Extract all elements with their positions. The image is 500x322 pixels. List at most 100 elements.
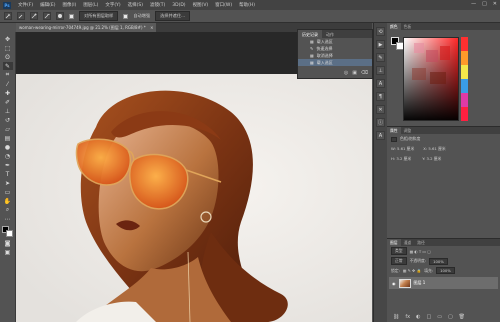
tab-channels[interactable]: 通道 <box>401 239 415 246</box>
snapshot-icon[interactable]: ◎ <box>344 70 348 76</box>
menu-file[interactable]: 文件(F) <box>18 2 33 8</box>
history-item-selected[interactable]: ▦ 载入选区 <box>298 59 372 66</box>
gradient-tool-icon[interactable]: ▤ <box>3 134 13 142</box>
quick-select-tool-preset[interactable] <box>4 12 12 20</box>
tools-dock-icon[interactable]: ✕ <box>376 105 385 114</box>
menu-edit[interactable]: 编辑(E) <box>40 2 55 8</box>
tab-color[interactable]: 颜色 <box>387 23 401 30</box>
tab-paths[interactable]: 路径 <box>414 239 428 246</box>
properties-x-value[interactable]: X: 5.61 厘米 <box>423 146 445 152</box>
fill-label: 填充: <box>424 267 434 273</box>
text-dock-icon[interactable]: A <box>376 131 385 140</box>
history-step-icon: ▦ <box>310 39 314 44</box>
brush-size-picker[interactable] <box>56 12 64 20</box>
brush-tool-icon[interactable]: ✐ <box>3 98 13 106</box>
shape-tool-icon[interactable]: ▭ <box>3 188 13 196</box>
new-layer-icon[interactable]: ▢ <box>448 314 453 320</box>
blur-tool-icon[interactable]: ● <box>3 143 13 151</box>
delete-layer-icon[interactable]: 🗑 <box>459 314 465 320</box>
select-and-mask-button[interactable]: 选择并遮住... <box>155 11 191 21</box>
move-tool-icon[interactable]: ✥ <box>3 35 13 43</box>
tab-layers[interactable]: 图层 <box>387 239 401 246</box>
properties-panel-tabs: 属性 调整 <box>387 127 500 134</box>
document-tab-close-icon[interactable]: × <box>150 25 153 30</box>
quick-mask-icon[interactable]: ◙ <box>3 239 13 247</box>
document-tab[interactable]: woman-wearing-mirror-704749.jpg @ 21.2% … <box>16 23 156 32</box>
properties-y-value[interactable]: Y: 3.2 厘米 <box>422 156 441 162</box>
healing-brush-tool-icon[interactable]: ✚ <box>3 89 13 97</box>
menu-3d[interactable]: 3D(D) <box>172 3 185 8</box>
menu-help[interactable]: 帮助(H) <box>239 2 255 8</box>
maximize-button[interactable]: □ <box>482 1 487 7</box>
sample-all-layers-checkbox[interactable] <box>69 13 74 19</box>
brush-new-icon <box>18 14 23 19</box>
trash-icon[interactable]: ⌫ <box>361 70 368 76</box>
fill-input[interactable]: 100% <box>436 267 455 274</box>
play-dock-icon[interactable]: ▶ <box>376 40 385 49</box>
background-color-swatch[interactable] <box>5 230 13 237</box>
layer-row[interactable]: ◉ 图层 1 <box>389 277 498 289</box>
eyedropper-tool-icon[interactable]: ⁄ <box>3 80 13 88</box>
group-icon[interactable]: ▭ <box>437 314 442 320</box>
filter-icons[interactable]: ▦ ◐ T ▭ ▢ <box>410 249 431 254</box>
history-item[interactable]: ▦ 载入选区 <box>298 38 372 45</box>
menu-filter[interactable]: 滤镜(T) <box>150 2 165 8</box>
fx-icon[interactable]: fx <box>405 314 410 320</box>
menu-view[interactable]: 视图(V) <box>193 2 209 8</box>
new-selection-button[interactable] <box>17 12 25 20</box>
color-swatches[interactable] <box>1 226 14 238</box>
layer-name[interactable]: 图层 1 <box>414 280 426 286</box>
adjustment-layer-icon[interactable]: □ <box>426 314 431 320</box>
info-dock-icon[interactable]: ⓘ <box>376 118 385 127</box>
color-picker-field[interactable] <box>403 37 459 121</box>
tab-adjustments[interactable]: 调整 <box>401 127 415 134</box>
hue-slider[interactable] <box>461 37 468 121</box>
properties-h-value[interactable]: H: 3.2 厘米 <box>391 156 411 162</box>
marquee-tool-icon[interactable]: ⬚ <box>3 44 13 52</box>
zoom-tool-icon[interactable]: ⌕ <box>3 206 13 214</box>
quick-select-tool-icon[interactable]: ✎ <box>2 62 13 70</box>
lasso-tool-icon[interactable]: ʘ <box>3 53 13 61</box>
auto-enhance-checkbox[interactable] <box>123 13 129 19</box>
tab-swatches[interactable]: 色板 <box>401 23 415 30</box>
dodge-tool-icon[interactable]: ◔ <box>3 152 13 160</box>
visibility-eye-icon[interactable]: ◉ <box>392 281 396 286</box>
close-window-button[interactable]: ✕ <box>493 1 497 7</box>
type-tool-icon[interactable]: T <box>3 170 13 178</box>
menu-image[interactable]: 图像(I) <box>62 2 76 8</box>
add-selection-button[interactable] <box>30 12 38 20</box>
layer-mask-icon[interactable]: ◐ <box>416 314 420 320</box>
clone-stamp-tool-icon[interactable]: ⊥ <box>3 107 13 115</box>
history-dock-icon[interactable]: ⟲ <box>376 27 385 36</box>
paragraph-dock-icon[interactable]: ¶ <box>376 92 385 101</box>
tab-actions[interactable]: 动作 <box>322 30 338 38</box>
menu-layer[interactable]: 图层(L) <box>83 2 98 8</box>
blend-mode-select[interactable]: 正常 <box>391 257 407 265</box>
lock-icons[interactable]: ▦ ✎ ✥ 🔒 <box>403 268 421 273</box>
minimize-button[interactable]: — <box>471 1 476 7</box>
subtract-selection-button[interactable] <box>43 12 51 20</box>
menu-type[interactable]: 文字(Y) <box>105 2 120 8</box>
layer-kind-filter[interactable]: 类型 <box>391 247 407 255</box>
more-tools-icon[interactable]: ⋯ <box>3 215 13 223</box>
history-item[interactable]: ▦ 取消选择 <box>298 52 372 59</box>
clone-source-dock-icon[interactable]: ⊥ <box>376 66 385 75</box>
path-select-tool-icon[interactable]: ➤ <box>3 179 13 187</box>
brush-dock-icon[interactable]: ✎ <box>376 53 385 62</box>
camera-icon[interactable]: ▣ <box>352 70 357 76</box>
tab-properties[interactable]: 属性 <box>387 127 401 134</box>
properties-w-value[interactable]: W: 5.61 厘米 <box>391 146 414 152</box>
tab-history[interactable]: 历史记录 <box>298 30 322 38</box>
history-brush-tool-icon[interactable]: ↺ <box>3 116 13 124</box>
character-dock-icon[interactable]: A <box>376 79 385 88</box>
eraser-tool-icon[interactable]: ▱ <box>3 125 13 133</box>
history-item[interactable]: ✎ 快速选择 <box>298 45 372 52</box>
link-layers-icon[interactable]: ⛓ <box>393 314 399 320</box>
screen-mode-icon[interactable]: ▣ <box>3 248 13 256</box>
pen-tool-icon[interactable]: ✒ <box>3 161 13 169</box>
menu-window[interactable]: 窗口(W) <box>215 2 232 8</box>
opacity-input[interactable]: 100% <box>429 257 448 265</box>
hand-tool-icon[interactable]: ✋ <box>3 197 13 205</box>
menu-select[interactable]: 选择(S) <box>128 2 143 8</box>
crop-tool-icon[interactable]: ⌗ <box>3 71 13 79</box>
